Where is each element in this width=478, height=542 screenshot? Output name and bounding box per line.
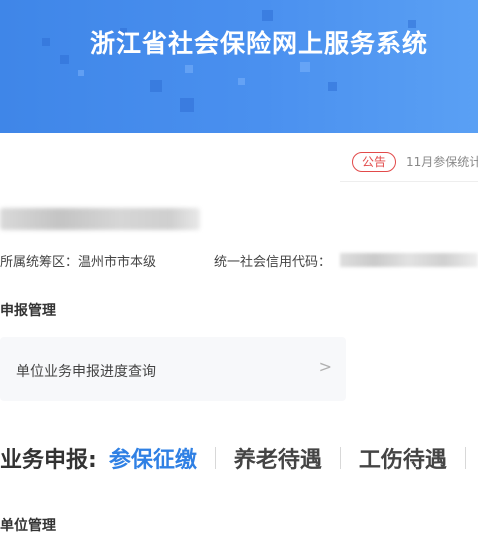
chevron-right-icon: >: [318, 357, 332, 376]
decor-square: [238, 78, 245, 85]
credit-code-redacted: [340, 253, 478, 267]
decor-square: [42, 38, 50, 46]
decor-square: [328, 82, 337, 91]
progress-query-label: 单位业务申报进度查询: [16, 364, 156, 380]
system-title: 浙江省社会保险网上服务系统: [90, 29, 429, 58]
tab-insurance-collection[interactable]: 参保征缴: [97, 442, 215, 474]
notice-text[interactable]: 11月参保统计: [406, 153, 478, 170]
tab-work-injury[interactable]: 工伤待遇: [341, 442, 465, 474]
section-title-declare: 申报管理: [0, 303, 56, 319]
decor-square: [60, 55, 69, 64]
section-title-unit: 单位管理: [0, 518, 56, 534]
decor-square: [262, 10, 273, 21]
tab-divider: [464, 447, 466, 469]
header-banner: 浙江省社会保险网上服务系统: [0, 0, 478, 133]
decor-square: [185, 65, 193, 73]
business-tabs-prefix: 业务申报:: [0, 448, 97, 473]
unit-name-redacted: [0, 208, 200, 230]
notice-badge: 公告: [352, 151, 397, 172]
tab-pension[interactable]: 养老待遇: [216, 442, 340, 474]
decor-square: [300, 62, 310, 72]
decor-square: [150, 80, 162, 92]
district-label: 所属统筹区：温州市市本级: [0, 255, 157, 270]
decor-square: [78, 70, 84, 76]
progress-query-card[interactable]: 单位业务申报进度查询 >: [0, 337, 346, 401]
notice-bar[interactable]: 公告 11月参保统计: [340, 142, 478, 182]
credit-code-label: 统一社会信用代码：: [214, 255, 332, 270]
business-tabs: 业务申报: 参保征缴 养老待遇 工伤待遇: [0, 440, 478, 476]
decor-square: [180, 98, 194, 112]
